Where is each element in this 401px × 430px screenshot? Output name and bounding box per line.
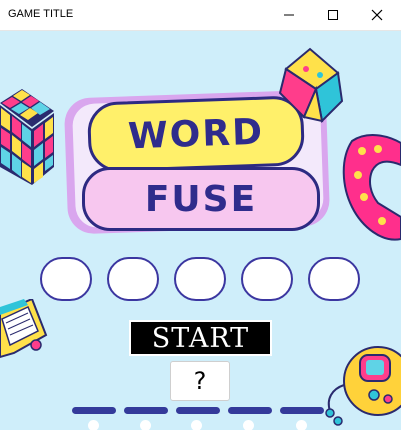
letter-slot[interactable] <box>40 257 92 301</box>
progress-dash <box>228 407 272 414</box>
progress-dot <box>191 420 202 430</box>
logo-word-pill: WORD <box>86 95 306 173</box>
progress-dot <box>88 420 99 430</box>
letter-slot[interactable] <box>107 257 159 301</box>
letter-slot[interactable] <box>241 257 293 301</box>
start-button-label: START <box>151 322 250 354</box>
progress-dash <box>72 407 116 414</box>
logo-fuse-pill: FUSE <box>82 167 320 231</box>
help-button[interactable]: ? <box>170 361 230 401</box>
game-area: WORD FUSE START ? <box>0 31 401 430</box>
letter-slot[interactable] <box>308 257 360 301</box>
cassette-tape-icon <box>0 299 48 359</box>
game-window: GAME TITLE WORD FUSE START ? <box>0 0 401 430</box>
letter-slot[interactable] <box>174 257 226 301</box>
title-bar: GAME TITLE <box>0 0 401 31</box>
maximize-icon <box>328 10 338 20</box>
close-button[interactable] <box>355 0 399 30</box>
start-button[interactable]: START <box>129 320 272 356</box>
minimize-icon <box>284 14 294 16</box>
minimize-button[interactable] <box>267 0 311 30</box>
handheld-game-icon <box>325 346 401 426</box>
help-button-label: ? <box>193 367 207 395</box>
progress-dash <box>176 407 220 414</box>
letter-slots <box>40 257 360 301</box>
phone-handset-icon <box>342 134 401 241</box>
maximize-button[interactable] <box>311 0 355 30</box>
close-icon <box>371 9 383 21</box>
progress-dot <box>243 420 254 430</box>
rubiks-cube-icon <box>0 89 54 185</box>
progress-dash <box>280 407 324 414</box>
progress-dot <box>296 420 307 430</box>
progress-dash <box>124 407 168 414</box>
paper-fortune-teller-icon <box>278 47 344 124</box>
progress-dot <box>140 420 151 430</box>
logo-word-text: WORD <box>127 111 265 157</box>
window-title: GAME TITLE <box>8 8 74 20</box>
logo-fuse-text: FUSE <box>144 178 258 220</box>
